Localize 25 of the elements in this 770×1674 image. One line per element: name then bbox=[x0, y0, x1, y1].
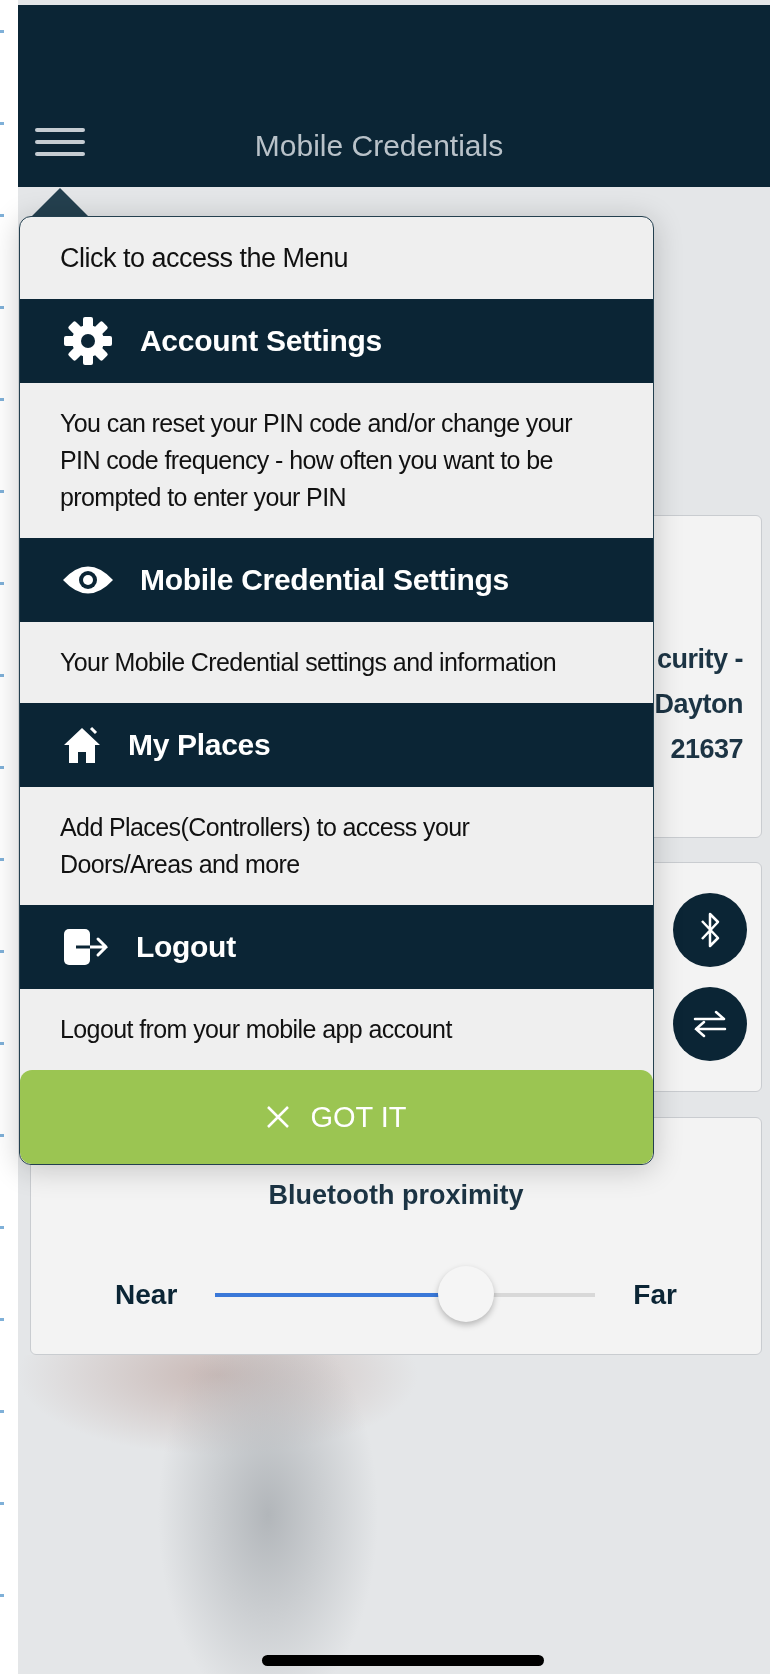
slider-thumb[interactable] bbox=[438, 1266, 495, 1322]
settings-icon bbox=[62, 315, 114, 367]
section-title: Account Settings bbox=[140, 324, 382, 358]
menu-icon[interactable] bbox=[35, 128, 85, 156]
section-title: Mobile Credential Settings bbox=[140, 563, 509, 597]
far-label: Far bbox=[633, 1279, 677, 1311]
got-it-button[interactable]: GOT IT bbox=[20, 1070, 653, 1164]
credential-text: curity - bbox=[656, 644, 743, 675]
screen-title: Mobile Credentials bbox=[254, 129, 504, 163]
credential-text: Dayton bbox=[654, 689, 743, 720]
section-description: You can reset your PIN code and/or change your PIN code frequency - how often you want to be prompted to enter your PIN bbox=[59, 408, 574, 513]
section-description: Your Mobile Credential settings and information bbox=[59, 647, 558, 678]
close-icon bbox=[266, 1105, 291, 1129]
section-title: Logout bbox=[136, 930, 236, 964]
proximity-slider[interactable] bbox=[215, 1266, 596, 1324]
near-label: Near bbox=[115, 1279, 178, 1311]
credential-text: 21637 bbox=[670, 734, 743, 765]
section-description: Logout from your mobile app account bbox=[59, 1014, 454, 1045]
coach-mark-intro: Click to access the Menu bbox=[59, 241, 350, 275]
card-title: Bluetooth proximity bbox=[268, 1180, 524, 1211]
swap-icon bbox=[692, 1009, 728, 1039]
home-icon bbox=[62, 726, 102, 764]
logout-icon bbox=[62, 927, 110, 967]
section-title: My Places bbox=[128, 728, 271, 762]
section-description: Add Places(Controllers) to access your Doors/Areas and more bbox=[59, 812, 471, 880]
